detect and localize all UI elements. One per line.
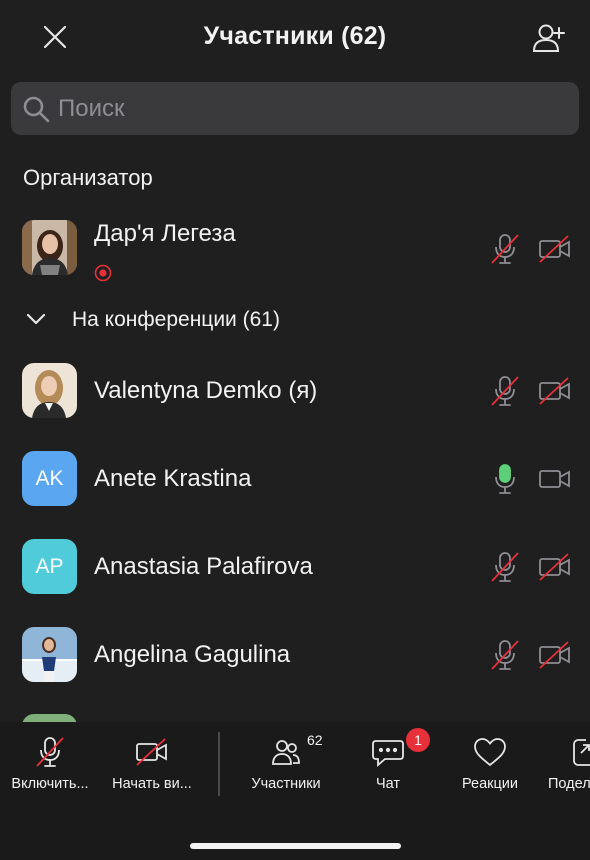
share-button[interactable]: Подел bbox=[548, 722, 590, 812]
participant-name: Anete Krastina bbox=[94, 465, 252, 492]
toolbar-divider bbox=[218, 732, 220, 796]
search-input[interactable]: Поиск bbox=[11, 82, 579, 135]
video-off-icon bbox=[538, 376, 572, 406]
mic-muted-icon bbox=[490, 374, 520, 408]
video-off-icon bbox=[538, 640, 572, 670]
avatar bbox=[22, 363, 77, 418]
mic-muted-icon bbox=[490, 550, 520, 584]
top-bar: Участники (62) bbox=[0, 0, 590, 76]
organizer-section-label: Организатор bbox=[23, 165, 153, 190]
mic-on-icon bbox=[490, 462, 520, 496]
participants-icon bbox=[271, 738, 301, 771]
mic-muted-icon bbox=[35, 735, 65, 774]
conference-section-header[interactable]: На конференции (61) bbox=[0, 300, 590, 340]
participant-name: Дар'я Легеза bbox=[94, 220, 236, 247]
bottom-toolbar: Включить... Начать ви... Участники 62 Ча… bbox=[0, 722, 590, 860]
avatar: AK bbox=[22, 451, 77, 506]
start-video-button[interactable]: Начать ви... bbox=[104, 722, 200, 812]
unmute-button[interactable]: Включить... bbox=[2, 722, 98, 812]
conference-section-label: На конференции (61) bbox=[72, 308, 280, 331]
participant-row[interactable]: Valentynа Demko (я) bbox=[0, 359, 590, 423]
share-icon bbox=[548, 737, 590, 772]
participants-count: 62 bbox=[307, 732, 323, 748]
avatar: AP bbox=[22, 539, 77, 594]
add-participant-icon[interactable] bbox=[530, 20, 566, 56]
avatar bbox=[22, 220, 77, 275]
chat-icon bbox=[371, 737, 405, 774]
avatar bbox=[22, 627, 77, 682]
chevron-down-icon bbox=[26, 312, 46, 326]
search-icon bbox=[22, 95, 50, 123]
video-on-icon bbox=[538, 464, 572, 494]
participant-row[interactable]: Angelina Gagulina bbox=[0, 623, 590, 687]
share-label: Подел bbox=[548, 776, 590, 792]
video-off-icon bbox=[135, 737, 169, 772]
participant-name: Anastasia Palafirova bbox=[94, 553, 313, 580]
start-video-label: Начать ви... bbox=[112, 776, 192, 792]
recording-icon bbox=[94, 264, 112, 282]
participants-label: Участники bbox=[251, 776, 321, 792]
participant-row[interactable]: AP Anastasia Palafirova bbox=[0, 535, 590, 599]
home-indicator bbox=[190, 843, 401, 849]
mic-muted-icon bbox=[490, 638, 520, 672]
participant-name: Valentynа Demko (я) bbox=[94, 377, 318, 404]
heart-icon bbox=[473, 737, 507, 772]
search-placeholder: Поиск bbox=[58, 95, 125, 122]
participant-name: Angelina Gagulina bbox=[94, 641, 291, 668]
chat-badge: 1 bbox=[406, 728, 430, 752]
page-title: Участники (62) bbox=[203, 22, 387, 50]
video-off-icon bbox=[538, 552, 572, 582]
participant-row-organizer[interactable]: Дар'я Легеза bbox=[0, 216, 590, 282]
mic-muted-icon bbox=[490, 232, 520, 266]
reactions-button[interactable]: Реакции bbox=[448, 722, 532, 812]
reactions-label: Реакции bbox=[461, 776, 518, 792]
video-off-icon bbox=[538, 234, 572, 264]
participant-row[interactable]: AK Anete Krastina bbox=[0, 447, 590, 511]
chat-label: Чат bbox=[375, 776, 401, 792]
unmute-label: Включить... bbox=[11, 776, 89, 792]
